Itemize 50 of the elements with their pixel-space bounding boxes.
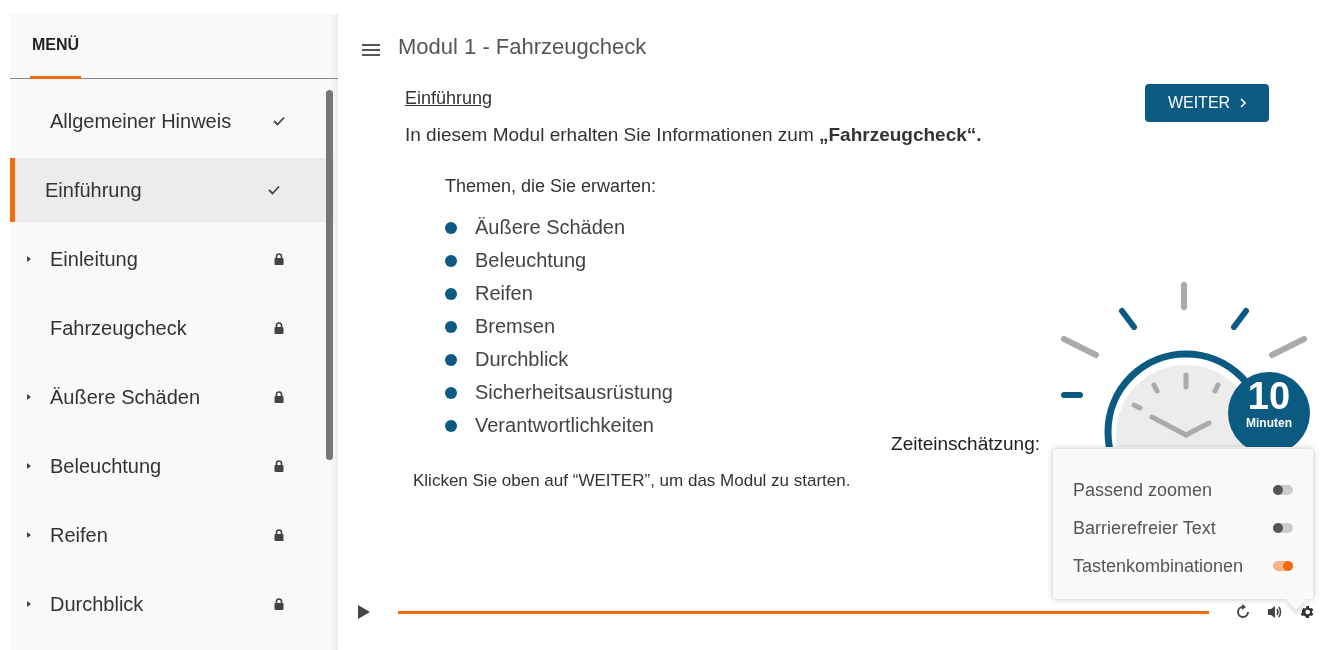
menu-tab[interactable]: MENÜ bbox=[30, 14, 82, 79]
option-label: Barrierefreier Text bbox=[1073, 517, 1216, 539]
menu-icon[interactable] bbox=[362, 44, 380, 56]
topics-label: Themen, die Sie erwarten: bbox=[445, 176, 658, 197]
bullet-icon bbox=[445, 287, 457, 300]
expand-caret-icon[interactable] bbox=[27, 601, 31, 607]
menu-item[interactable]: Durchblick bbox=[10, 572, 316, 636]
module-title: Modul 1 - Fahrzeugcheck bbox=[398, 34, 647, 60]
menu-item[interactable]: Einleitung bbox=[10, 227, 316, 291]
section-heading: Einführung bbox=[405, 88, 493, 109]
topic-item: Äußere Schäden bbox=[475, 216, 626, 239]
volume-icon[interactable] bbox=[1267, 604, 1283, 620]
duration-value: 10 bbox=[1247, 376, 1291, 416]
bullet-icon bbox=[445, 254, 457, 267]
menu-item[interactable]: Einführung bbox=[10, 158, 334, 222]
topic-item: Bremsen bbox=[475, 315, 556, 338]
duration-unit: Minuten bbox=[1246, 416, 1292, 430]
toggle-switch[interactable] bbox=[1273, 561, 1293, 571]
topic-item: Durchblick bbox=[475, 348, 569, 371]
next-button[interactable]: WEITER bbox=[1145, 84, 1269, 122]
menu-item[interactable]: Beleuchtung bbox=[10, 434, 316, 498]
topic-item: Verantwortlichkeiten bbox=[475, 414, 654, 437]
menu-item[interactable]: Reifen bbox=[10, 503, 316, 567]
expand-caret-icon[interactable] bbox=[27, 256, 31, 262]
bullet-icon bbox=[445, 353, 457, 366]
menu-item[interactable]: Allgemeiner Hinweis bbox=[10, 89, 316, 153]
intro-text: In diesem Modul erhalten Sie Informationen zum „Fahrzeugcheck“. bbox=[405, 124, 983, 146]
settings-icon[interactable] bbox=[1299, 604, 1315, 620]
expand-caret-icon[interactable] bbox=[27, 394, 31, 400]
instruction-text: Klicken Sie oben auf “WEITER”, um das Modul zu starten. bbox=[413, 471, 851, 491]
toggle-switch[interactable] bbox=[1273, 523, 1293, 533]
option-label: Tastenkombinationen bbox=[1073, 555, 1244, 577]
time-estimate-label: Zeiteinschätzung: bbox=[891, 433, 1040, 455]
chevron-right-icon bbox=[1240, 98, 1247, 108]
bullet-icon bbox=[445, 419, 457, 432]
menu-item[interactable]: Äußere Schäden bbox=[10, 365, 316, 429]
scrollbar-thumb[interactable] bbox=[326, 90, 333, 460]
topic-item: Beleuchtung bbox=[475, 249, 587, 272]
topic-item: Reifen bbox=[475, 282, 533, 305]
bullet-icon bbox=[445, 386, 457, 399]
option-label: Passend zoomen bbox=[1073, 479, 1213, 501]
replay-icon[interactable] bbox=[1235, 604, 1251, 620]
expand-caret-icon[interactable] bbox=[27, 532, 31, 538]
bullet-icon bbox=[445, 221, 457, 234]
topic-item: Sicherheitsausrüstung bbox=[475, 381, 673, 404]
play-icon[interactable] bbox=[356, 604, 372, 620]
toggle-switch[interactable] bbox=[1273, 485, 1293, 495]
bullet-icon bbox=[445, 320, 457, 333]
expand-caret-icon[interactable] bbox=[27, 463, 31, 469]
menu-item[interactable]: Fahrzeugcheck bbox=[10, 296, 316, 360]
